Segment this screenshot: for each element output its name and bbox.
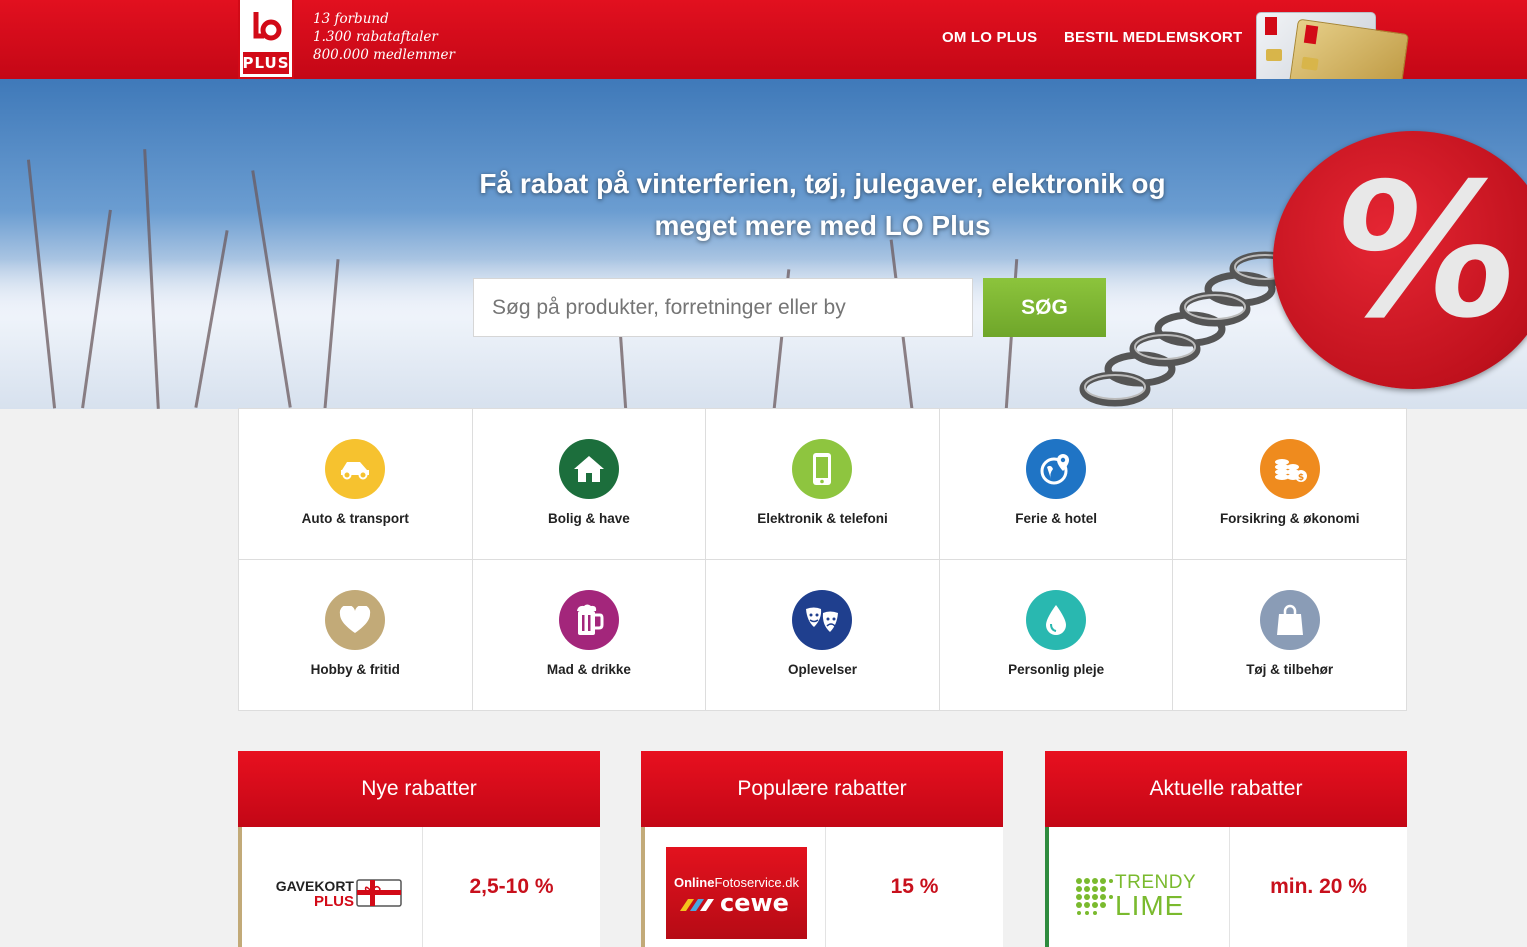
tagline-line: 1.300 rabataftaler [313,29,438,45]
tagline: 13 forbund 1.300 rabataftaler 800.000 me… [313,10,455,64]
hero-banner: Få rabat på vinterferien, tøj, julegaver… [0,79,1527,409]
panel-nye-rabatter: Nye rabatter GAVEKORT PLUS 2,5-10 % [238,751,600,947]
logo-line: GAVEKORT [275,878,354,894]
category-label: Ferie & hotel [1015,511,1097,526]
category-forsikring-okonomi[interactable]: $ Forsikring & økonomi [1173,409,1407,560]
lo-plus-logo[interactable]: PLUS [238,0,294,79]
car-icon [325,439,386,499]
category-label: Hobby & fritid [310,662,400,677]
cewe-logo: OnlineFotoservice.dk cewe [641,827,826,947]
gift-card-icon [356,879,402,907]
heart-icon [325,590,386,650]
category-personlig-pleje[interactable]: Personlig pleje [939,560,1174,711]
nav-bestil-medlemskort[interactable]: BESTIL MEDLEMSKORT [1064,29,1242,46]
logo-line: Online [674,875,715,890]
category-bolig-have[interactable]: Bolig & have [472,409,707,560]
phone-icon [792,439,853,499]
shopping-bag-icon [1259,590,1320,650]
logo-line: LIME [1115,890,1185,921]
globe-pin-icon [1026,439,1087,499]
category-elektronik-telefoni[interactable]: Elektronik & telefoni [706,409,940,560]
lo-logo-mark [253,12,282,41]
hero-title-line: Få rabat på vinterferien, tøj, julegaver… [479,168,1166,199]
drop-icon [1026,590,1087,650]
category-hobby-fritid[interactable]: Hobby & fritid [239,560,473,711]
category-label: Personlig pleje [1008,662,1105,677]
category-auto-transport[interactable]: Auto & transport [239,409,473,560]
membership-cards-image[interactable] [1254,10,1414,79]
svg-text:$: $ [1298,473,1304,483]
cewe-stripes-icon [680,899,714,911]
category-ferie-hotel[interactable]: Ferie & hotel [939,409,1174,560]
logo-plus-text: PLUS [242,52,290,74]
category-label: Auto & transport [301,511,409,526]
category-label: Mad & drikke [546,662,631,677]
trendy-lime-logo: TRENDY LIME [1045,827,1230,947]
tagline-line: 13 forbund [313,11,389,27]
panel-title[interactable]: Populære rabatter [641,751,1003,827]
percent-icon: % [1317,143,1527,359]
site-header: PLUS 13 forbund 1.300 rabataftaler 800.0… [0,0,1527,79]
gold-card [1286,18,1410,79]
category-mad-drikke[interactable]: Mad & drikke [472,560,707,711]
dot-grid-icon [1076,878,1113,915]
gavekort-plus-logo: GAVEKORT PLUS [238,827,423,947]
discount-item[interactable]: OnlineFotoservice.dk cewe 15 % [641,827,1003,947]
logo-line: PLUS [313,893,354,910]
panel-populaere-rabatter: Populære rabatter OnlineFotoservice.dk c… [641,751,1003,947]
theater-masks-icon [792,590,853,650]
logo-line: cewe [720,889,789,917]
category-oplevelser[interactable]: Oplevelser [706,560,940,711]
category-label: Oplevelser [787,662,858,677]
discount-value: 15 % [890,875,939,898]
category-toj-tilbehor[interactable]: Tøj & tilbehør [1173,560,1407,711]
panel-title[interactable]: Nye rabatter [238,751,600,827]
category-label: Tøj & tilbehør [1246,662,1334,677]
discount-item[interactable]: TRENDY LIME min. 20 % [1045,827,1407,947]
nav-om-lo-plus[interactable]: OM LO PLUS [942,29,1037,46]
category-label: Bolig & have [548,511,630,526]
category-label: Elektronik & telefoni [757,511,888,526]
house-icon [558,439,619,499]
panel-aktuelle-rabatter: Aktuelle rabatter TRENDY LIME min. 20 % [1045,751,1407,947]
discount-value: 2,5-10 % [469,875,554,898]
coins-icon: $ [1259,439,1320,499]
discount-value: min. 20 % [1270,875,1367,898]
beer-mug-icon [558,590,619,650]
discount-item[interactable]: GAVEKORT PLUS 2,5-10 % [238,827,600,947]
category-label: Forsikring & økonomi [1219,511,1360,526]
tagline-line: 800.000 medlemmer [313,47,455,63]
category-grid: Auto & transport Bolig & have Elektronik… [238,408,1407,711]
panel-title[interactable]: Aktuelle rabatter [1045,751,1407,827]
logo-line: Fotoservice.dk [714,875,799,890]
search-input[interactable] [473,278,973,337]
